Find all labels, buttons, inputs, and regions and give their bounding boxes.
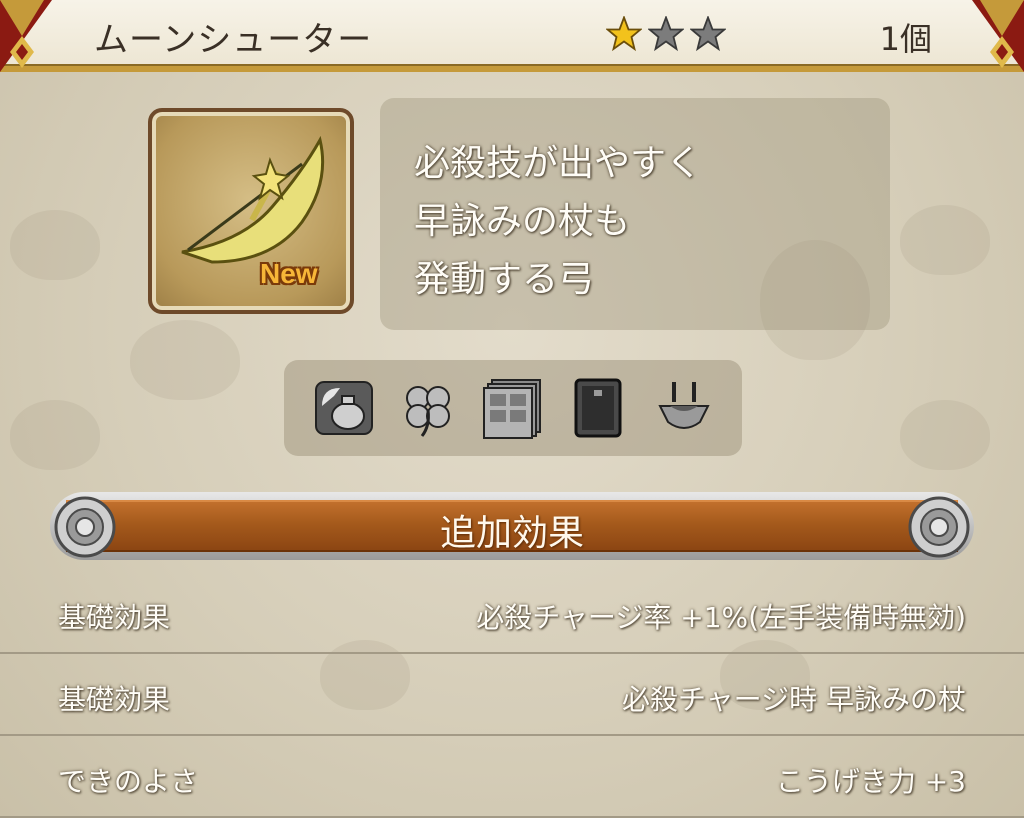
bag-icon[interactable] bbox=[312, 376, 376, 440]
background-slime-decoration bbox=[900, 205, 990, 275]
star-empty-icon bbox=[690, 16, 726, 52]
corner-ornament-left bbox=[0, 0, 52, 72]
description-line: 必殺技が出やすく bbox=[414, 143, 703, 184]
description-line: 早詠みの杖も bbox=[414, 201, 631, 242]
effect-value: 必殺チャージ時 早詠みの杖 bbox=[621, 683, 966, 716]
item-title: ムーンシューター bbox=[94, 20, 373, 60]
item-count: 1個 bbox=[879, 20, 932, 58]
effect-label: できのよさ bbox=[58, 765, 199, 798]
effect-value: こうげき力 +3 bbox=[775, 765, 966, 798]
rarity-stars bbox=[606, 16, 726, 52]
background-slime-decoration bbox=[900, 400, 990, 470]
effect-row: 基礎効果 必殺チャージ時 早詠みの杖 bbox=[0, 654, 1024, 736]
effect-label: 基礎効果 bbox=[58, 601, 171, 634]
new-badge: New bbox=[260, 258, 318, 289]
item-icon-frame: New bbox=[148, 108, 354, 314]
background-slime-decoration bbox=[10, 210, 100, 280]
effect-label: 基礎効果 bbox=[58, 683, 171, 716]
card-icon[interactable] bbox=[566, 376, 630, 440]
star-empty-icon bbox=[648, 16, 684, 52]
trap-icon[interactable] bbox=[652, 376, 716, 440]
cabinet-icon[interactable] bbox=[480, 376, 544, 440]
item-header: ムーンシューター 1個 bbox=[0, 0, 1024, 72]
effect-row: 基礎効果 必殺チャージ率 +1%(左手装備時無効) bbox=[0, 572, 1024, 654]
effect-value: 必殺チャージ率 +1%(左手装備時無効) bbox=[476, 601, 966, 634]
effect-row: できのよさ こうげき力 +3 bbox=[0, 736, 1024, 818]
background-slime-decoration bbox=[10, 400, 100, 470]
background-slime-decoration bbox=[130, 320, 240, 400]
star-filled-icon bbox=[606, 16, 642, 52]
clover-icon[interactable] bbox=[396, 376, 460, 440]
description-line: 発動する弓 bbox=[414, 259, 595, 300]
crescent-bow-icon bbox=[181, 135, 325, 264]
corner-ornament-right bbox=[972, 0, 1024, 72]
section-title: 追加効果 bbox=[439, 513, 584, 554]
